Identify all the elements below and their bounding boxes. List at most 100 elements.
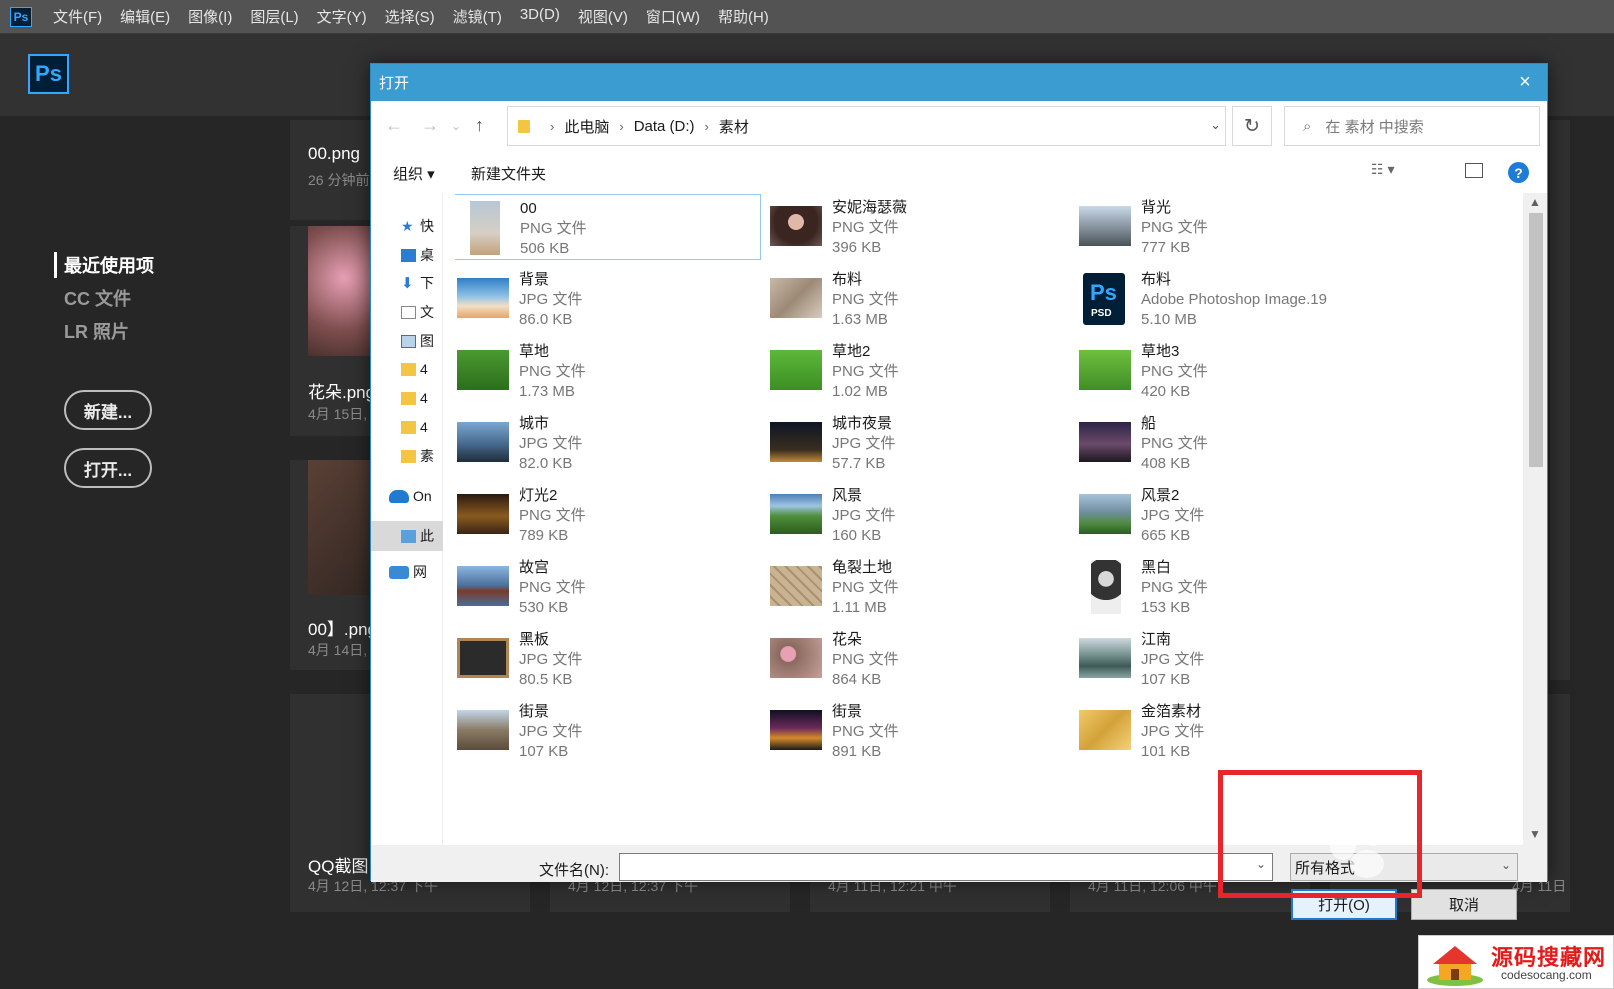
file-item[interactable]: 黑白 PNG 文件 153 KB bbox=[1073, 554, 1383, 620]
sidebar-item-network[interactable]: 网 bbox=[389, 561, 443, 583]
new-folder-button[interactable]: 新建文件夹 bbox=[471, 163, 546, 184]
menu-item[interactable]: 编辑(E) bbox=[111, 6, 179, 27]
filename-input[interactable]: ⌄ bbox=[619, 853, 1273, 881]
scrollbar-thumb[interactable] bbox=[1529, 213, 1543, 467]
cancel-button[interactable]: 取消 bbox=[1411, 889, 1517, 920]
open-button[interactable]: 打开... bbox=[64, 448, 152, 488]
document-icon bbox=[401, 305, 416, 319]
file-size: 107 KB bbox=[1141, 671, 1191, 688]
chevron-right-icon[interactable]: › bbox=[705, 119, 709, 134]
paw-decoration bbox=[1350, 850, 1384, 878]
psd-icon-sublabel: PSD bbox=[1091, 308, 1112, 319]
file-item[interactable]: 花朵 PNG 文件 864 KB bbox=[764, 626, 1074, 692]
sidebar-item-documents[interactable]: 文 bbox=[401, 301, 443, 323]
sidebar-item-label: 素 bbox=[420, 448, 434, 464]
view-options-icon[interactable]: ☷ ▾ bbox=[1371, 161, 1394, 178]
menu-item[interactable]: 视图(V) bbox=[569, 6, 637, 27]
organize-menu[interactable]: 组织 ▾ bbox=[393, 163, 435, 184]
sidebar-item-downloads[interactable]: ⬇ 下 bbox=[401, 272, 443, 294]
file-meta: 船 PNG 文件 408 KB bbox=[1141, 414, 1208, 474]
menu-item[interactable]: 文字(Y) bbox=[308, 6, 376, 27]
chevron-down-icon[interactable]: ⌄ bbox=[1501, 858, 1511, 872]
sidebar-item-quick-access[interactable]: ★ 快 bbox=[401, 215, 443, 237]
menu-item[interactable]: 文件(F) bbox=[44, 6, 111, 27]
breadcrumb-drive[interactable]: Data (D:) bbox=[634, 118, 695, 135]
recent-locations-chevron-icon[interactable]: ⌄ bbox=[451, 119, 461, 133]
file-meta: 草地3 PNG 文件 420 KB bbox=[1141, 342, 1208, 402]
scroll-up-icon[interactable]: ▲ bbox=[1529, 195, 1541, 209]
file-type: PNG 文件 bbox=[832, 651, 899, 668]
nav-cc-files[interactable]: CC 文件 bbox=[64, 285, 154, 311]
help-icon[interactable]: ? bbox=[1508, 162, 1529, 183]
file-item[interactable]: 风景2 JPG 文件 665 KB bbox=[1073, 482, 1383, 548]
file-size: 789 KB bbox=[519, 527, 569, 544]
file-name: 城市夜景 bbox=[832, 415, 893, 432]
file-item[interactable]: 草地 PNG 文件 1.73 MB bbox=[455, 338, 761, 404]
file-item[interactable]: 00 PNG 文件 506 KB bbox=[455, 194, 761, 260]
menu-item[interactable]: 滤镜(T) bbox=[444, 6, 511, 27]
new-button[interactable]: 新建... bbox=[64, 390, 152, 430]
file-item[interactable]: 故宫 PNG 文件 530 KB bbox=[455, 554, 761, 620]
menu-item[interactable]: 图层(L) bbox=[241, 6, 307, 27]
file-item[interactable]: 安妮海瑟薇 PNG 文件 396 KB bbox=[764, 194, 1074, 260]
up-arrow-icon[interactable]: ↑ bbox=[475, 115, 484, 136]
scroll-down-icon[interactable]: ▼ bbox=[1529, 827, 1541, 841]
nav-lr-photos[interactable]: LR 照片 bbox=[64, 318, 154, 344]
sidebar-item-folder[interactable]: 4 bbox=[401, 358, 443, 380]
close-icon[interactable]: × bbox=[1513, 70, 1537, 94]
sidebar-item-desktop[interactable]: 桌 bbox=[401, 244, 443, 266]
file-size: 160 KB bbox=[832, 527, 882, 544]
file-item[interactable]: 金箔素材 JPG 文件 101 KB bbox=[1073, 698, 1383, 764]
preview-pane-icon[interactable] bbox=[1465, 163, 1483, 178]
refresh-icon[interactable]: ↻ bbox=[1232, 106, 1272, 146]
sidebar-item-folder[interactable]: 4 bbox=[401, 387, 443, 409]
menu-item[interactable]: 选择(S) bbox=[376, 6, 444, 27]
vertical-scrollbar[interactable]: ▲ ▼ bbox=[1523, 193, 1547, 845]
file-item[interactable]: 城市 JPG 文件 82.0 KB bbox=[455, 410, 761, 476]
search-icon: ⌕ bbox=[1303, 117, 1312, 135]
file-item[interactable]: 风景 JPG 文件 160 KB bbox=[764, 482, 1074, 548]
chevron-right-icon[interactable]: › bbox=[550, 119, 554, 134]
menu-item[interactable]: 窗口(W) bbox=[637, 6, 709, 27]
file-item[interactable]: 草地3 PNG 文件 420 KB bbox=[1073, 338, 1383, 404]
menu-item[interactable]: 图像(I) bbox=[179, 6, 241, 27]
file-item[interactable]: 城市夜景 JPG 文件 57.7 KB bbox=[764, 410, 1074, 476]
sidebar-item-pictures[interactable]: 图 bbox=[401, 330, 443, 352]
cracked-earth-thumbnail bbox=[770, 566, 822, 606]
file-item[interactable]: 街景 JPG 文件 107 KB bbox=[455, 698, 761, 764]
file-item[interactable]: 江南 JPG 文件 107 KB bbox=[1073, 626, 1383, 692]
recent-card-edge bbox=[1550, 120, 1570, 680]
breadcrumb-folder[interactable]: 素材 bbox=[719, 116, 749, 137]
grass-thumbnail bbox=[770, 350, 822, 390]
file-name: 草地2 bbox=[832, 343, 871, 360]
file-type: PNG 文件 bbox=[832, 579, 899, 596]
file-name: 黑板 bbox=[519, 631, 550, 648]
menu-item[interactable]: 3D(D) bbox=[511, 6, 569, 27]
search-box[interactable]: ⌕ 在 素材 中搜索 bbox=[1284, 106, 1540, 146]
sidebar-item-this-pc[interactable]: 此 bbox=[371, 521, 443, 551]
nav-recent[interactable]: 最近使用项 bbox=[54, 252, 154, 278]
sidebar-item-label: 4 bbox=[420, 390, 428, 406]
file-item[interactable]: Ps PSD 布料 Adobe Photoshop Image.19 5.10 MB bbox=[1073, 266, 1383, 332]
file-item[interactable]: 背景 JPG 文件 86.0 KB bbox=[455, 266, 761, 332]
address-dropdown-icon[interactable]: ⌄ bbox=[1210, 117, 1221, 133]
sidebar-item-onedrive[interactable]: On bbox=[389, 485, 443, 507]
breadcrumb-this-pc[interactable]: 此电脑 bbox=[564, 116, 609, 137]
back-arrow-icon[interactable]: ← bbox=[385, 115, 403, 136]
file-item[interactable]: 船 PNG 文件 408 KB bbox=[1073, 410, 1383, 476]
file-item[interactable]: 街景 PNG 文件 891 KB bbox=[764, 698, 1074, 764]
file-item[interactable]: 背光 PNG 文件 777 KB bbox=[1073, 194, 1383, 260]
sidebar-item-folder[interactable]: 素 bbox=[401, 445, 443, 467]
chevron-right-icon[interactable]: › bbox=[619, 119, 623, 134]
file-item[interactable]: 灯光2 PNG 文件 789 KB bbox=[455, 482, 761, 548]
menu-item[interactable]: 帮助(H) bbox=[709, 6, 778, 27]
ps-logo: Ps bbox=[28, 54, 69, 94]
address-bar[interactable]: › 此电脑 › Data (D:) › 素材 ⌄ bbox=[507, 106, 1226, 146]
file-item[interactable]: 布料 PNG 文件 1.63 MB bbox=[764, 266, 1074, 332]
sidebar-item-folder[interactable]: 4 bbox=[401, 416, 443, 438]
file-item[interactable]: 黑板 JPG 文件 80.5 KB bbox=[455, 626, 761, 692]
photo-thumbnail bbox=[1079, 206, 1131, 246]
file-item[interactable]: 草地2 PNG 文件 1.02 MB bbox=[764, 338, 1074, 404]
file-item[interactable]: 龟裂土地 PNG 文件 1.11 MB bbox=[764, 554, 1074, 620]
forward-arrow-icon[interactable]: → bbox=[421, 115, 439, 136]
